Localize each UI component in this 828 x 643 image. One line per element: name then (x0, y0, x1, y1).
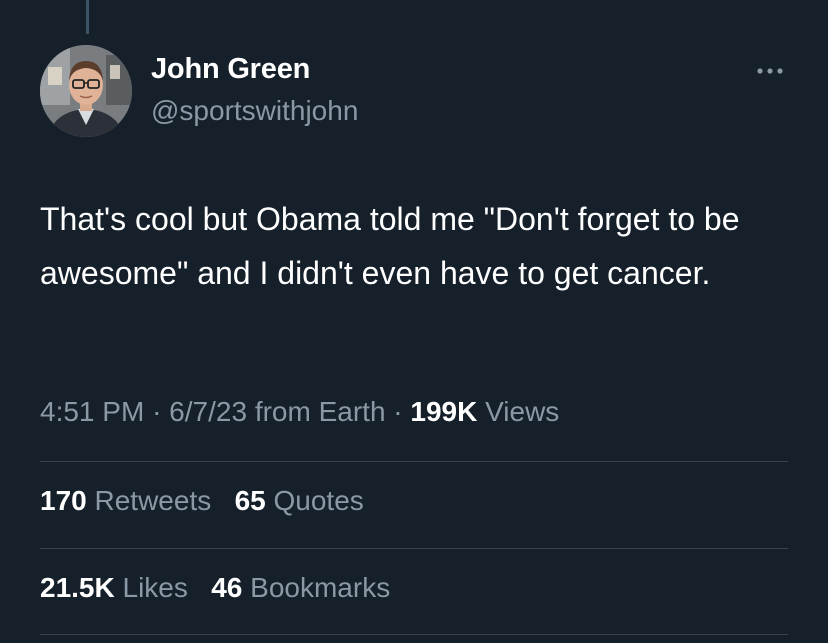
thread-connector-line (86, 0, 89, 34)
bookmarks-label: Bookmarks (250, 572, 391, 603)
avatar[interactable] (40, 45, 132, 137)
quotes-stat[interactable]: 65 Quotes (235, 485, 364, 516)
views-count: 199K (410, 396, 478, 427)
tweet-metadata: 4:51 PM · 6/7/23 from Earth · 199K Views (40, 396, 559, 428)
likes-stat[interactable]: 21.5K Likes (40, 572, 196, 603)
divider (40, 548, 788, 549)
bookmarks-stat[interactable]: 46 Bookmarks (211, 572, 390, 603)
stats-row-likes: 21.5K Likes 46 Bookmarks (40, 572, 390, 604)
tweet-source: from Earth (254, 396, 386, 427)
meta-separator: · (393, 396, 403, 427)
divider (40, 461, 788, 462)
divider (40, 634, 788, 635)
tweet-text: That's cool but Obama told me "Don't for… (40, 201, 740, 291)
author-handle[interactable]: @sportswithjohn (151, 95, 358, 127)
more-horizontal-icon[interactable] (752, 58, 788, 84)
retweets-count: 170 (40, 485, 87, 516)
bookmarks-count: 46 (211, 572, 243, 603)
retweets-label: Retweets (94, 485, 212, 516)
likes-count: 21.5K (40, 572, 115, 603)
author-display-name[interactable]: John Green (151, 53, 310, 86)
tweet-time[interactable]: 4:51 PM (40, 396, 144, 427)
likes-label: Likes (122, 572, 188, 603)
quotes-label: Quotes (273, 485, 364, 516)
retweets-stat[interactable]: 170 Retweets (40, 485, 219, 516)
stats-row-engagement: 170 Retweets 65 Quotes (40, 485, 364, 517)
views-label: Views (485, 396, 560, 427)
profile-photo (40, 45, 132, 137)
tweet-date[interactable]: 6/7/23 (169, 396, 247, 427)
meta-separator: · (152, 396, 162, 427)
quotes-count: 65 (234, 485, 266, 516)
